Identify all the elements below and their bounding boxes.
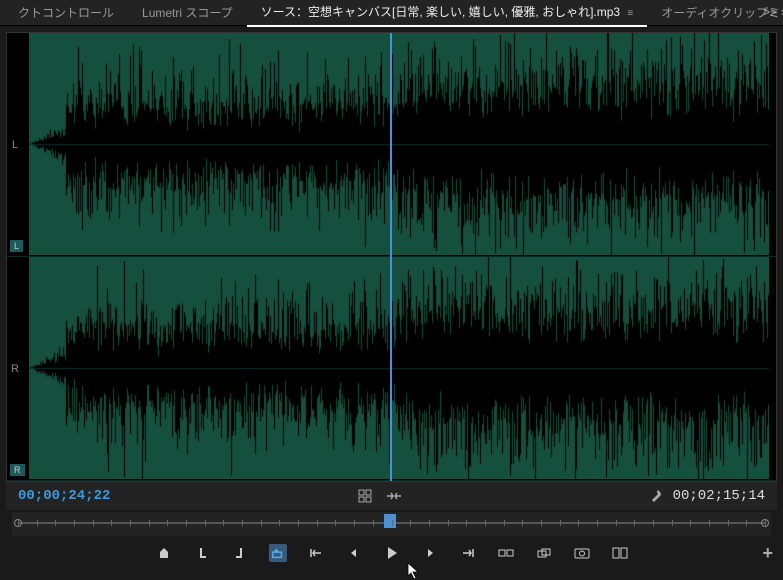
step-forward-button[interactable] <box>421 544 439 562</box>
comparison-view-button[interactable] <box>611 544 629 562</box>
tab-effect-controls[interactable]: クトコントロール <box>4 0 128 26</box>
tab-source-label: ソース：空想キャンバス[日常, 楽しい, 嬉しい, 優雅, おしゃれ].mp3 <box>261 5 620 19</box>
snap-arrows-icon[interactable] <box>386 490 402 502</box>
current-timecode[interactable]: 00;00;24;22 <box>18 488 110 504</box>
timecode-bar: 00;00;24;22 00;02;15;14 <box>6 482 777 510</box>
set-out-point-button[interactable] <box>231 544 249 562</box>
channel-left-sublabel: L <box>10 240 23 252</box>
tab-source-monitor[interactable]: ソース：空想キャンバス[日常, 楽しい, 嬉しい, 優雅, おしゃれ].mp3 … <box>247 0 648 27</box>
play-button[interactable] <box>383 544 401 562</box>
channel-left-label: L <box>5 139 25 151</box>
scrub-playhead-handle[interactable] <box>384 514 396 528</box>
mouse-cursor <box>407 562 421 580</box>
settings-wrench-icon[interactable] <box>649 489 663 503</box>
set-in-point-button[interactable] <box>193 544 211 562</box>
scrub-bar[interactable] <box>12 512 771 536</box>
step-back-button[interactable] <box>345 544 363 562</box>
panel-tab-bar: クトコントロール Lumetri スコープ ソース：空想キャンバス[日常, 楽し… <box>0 0 783 26</box>
insert-overwrite-button[interactable] <box>269 544 287 562</box>
waveform-left-canvas <box>29 33 769 255</box>
insert-button[interactable] <box>497 544 515 562</box>
transport-controls: + <box>0 538 783 568</box>
resolution-grid-icon[interactable] <box>358 489 372 503</box>
overwrite-button[interactable] <box>535 544 553 562</box>
tab-lumetri-scopes[interactable]: Lumetri スコープ <box>128 0 247 26</box>
tab-source-menu-icon[interactable]: ≡ <box>627 8 633 19</box>
duration-timecode: 00;02;15;14 <box>673 488 765 504</box>
playhead-indicator[interactable] <box>390 33 392 481</box>
channel-right-sublabel: R <box>10 464 25 476</box>
export-frame-button[interactable] <box>573 544 591 562</box>
tab-overflow-icon[interactable]: >> <box>763 5 777 19</box>
channel-right-label: R <box>5 363 25 375</box>
waveform-right-canvas <box>29 257 769 479</box>
go-to-out-button[interactable] <box>459 544 477 562</box>
waveform-display[interactable]: L L R R <box>6 32 777 482</box>
mark-in-button[interactable] <box>155 544 173 562</box>
go-to-in-button[interactable] <box>307 544 325 562</box>
add-button-icon[interactable]: + <box>762 543 773 564</box>
